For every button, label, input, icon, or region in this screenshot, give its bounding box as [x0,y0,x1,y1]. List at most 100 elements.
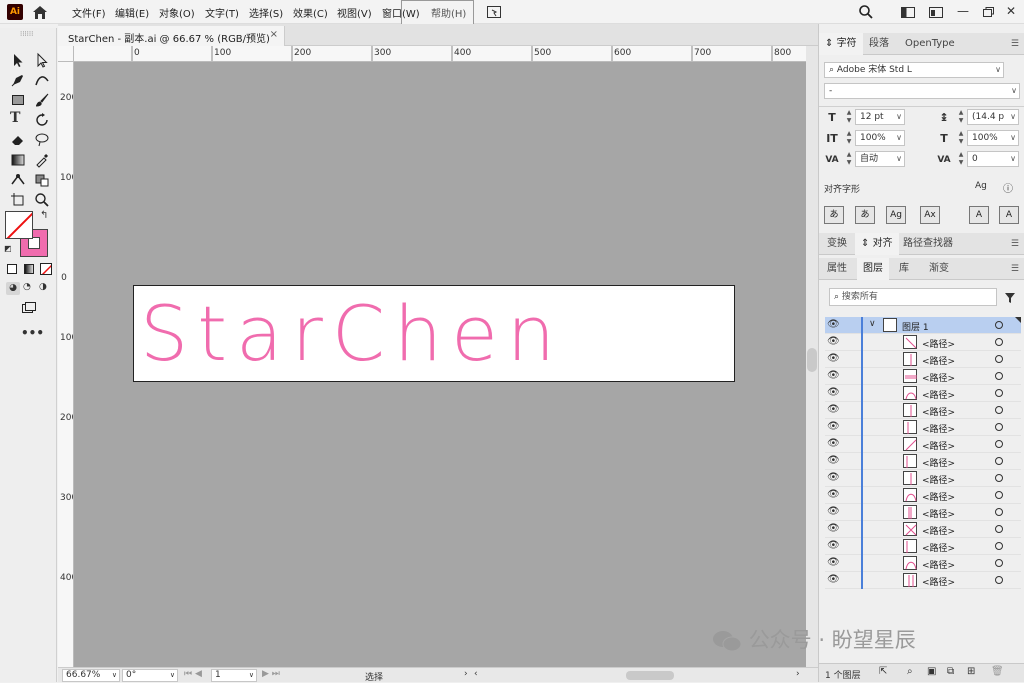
swap-fill-stroke-icon[interactable]: ↰ [40,210,48,221]
tab-paragraph[interactable]: 段落 [863,33,895,55]
path-name[interactable]: <路径> [922,439,955,452]
horizontal-ruler[interactable]: 0 100 200 300 400 500 600 700 800 [74,46,806,62]
visibility-eye-icon[interactable]: 👁 [827,353,840,364]
panel-menu-icon[interactable]: ☰ [1011,264,1019,274]
tab-properties[interactable]: 属性 [821,258,853,280]
path-row[interactable]: 👁 <路径> [825,368,1021,385]
path-name[interactable]: <路径> [922,541,955,554]
artboard-tool-icon[interactable] [10,192,26,208]
target-icon[interactable] [995,372,1003,380]
status-menu-arrow-icon[interactable]: › [464,669,468,679]
draw-behind-icon[interactable]: ◔ [23,282,31,292]
type-tool-icon[interactable]: T [10,110,26,126]
target-icon[interactable] [995,508,1003,516]
panel-layout-icon[interactable] [928,4,944,20]
workspace-switcher-icon[interactable] [900,4,916,20]
tab-layers[interactable]: 图层 [857,258,889,280]
visibility-eye-icon[interactable]: 👁 [827,506,840,517]
tab-transform[interactable]: 变换 [821,233,853,255]
leading-stepper[interactable]: ▲ ▼ [956,109,966,125]
arrange-documents-icon[interactable] [486,4,502,20]
kerning-stepper[interactable]: ▲ ▼ [844,151,854,167]
layer-row[interactable]: 👁 ∨ 图层 1 [825,317,1021,334]
visibility-eye-icon[interactable]: 👁 [827,523,840,534]
eraser-tool-icon[interactable] [10,132,26,148]
path-row[interactable]: 👁 <路径> [825,555,1021,572]
target-icon[interactable] [995,338,1003,346]
screen-mode-icon[interactable] [20,300,36,316]
visibility-eye-icon[interactable]: 👁 [827,404,840,415]
live-paint-icon[interactable] [34,172,50,188]
menu-object[interactable]: 对象(O) [159,5,195,20]
export-icon[interactable]: ⇱ [879,666,887,677]
horizontal-scale-stepper[interactable]: ▲ ▼ [956,130,966,146]
menu-help[interactable]: 帮助(H) [431,5,466,20]
tab-libraries[interactable]: 库 [893,258,915,280]
ruler-origin[interactable] [58,46,74,62]
target-icon[interactable] [995,457,1003,465]
target-icon[interactable] [995,542,1003,550]
artboard-next-last-icon[interactable]: ▶ ⏭ [262,669,280,679]
close-window-icon[interactable]: ✕ [1006,4,1022,20]
horizontal-scale-field[interactable]: 100% ∨ [967,130,1019,146]
tracking-stepper[interactable]: ▲ ▼ [956,151,966,167]
path-name[interactable]: <路径> [922,405,955,418]
artboard-number-field[interactable]: 1 ∨ [211,669,257,682]
minimize-icon[interactable]: — [957,4,973,20]
rotation-field[interactable]: 0° ∨ [122,669,178,682]
path-name[interactable]: <路径> [922,524,955,537]
rotate-tool-icon[interactable] [34,112,50,128]
vertical-scroll-thumb[interactable] [807,348,817,372]
paintbrush-tool-icon[interactable] [34,92,50,108]
tab-opentype[interactable]: OpenType [899,33,961,55]
zoom-field[interactable]: 66.67% ∨ [62,669,120,682]
vertical-scale-stepper[interactable]: ▲ ▼ [844,130,854,146]
target-icon[interactable] [995,355,1003,363]
artboard[interactable]: StarChen [133,285,735,382]
path-name[interactable]: <路径> [922,473,955,486]
canvas[interactable]: StarChen [74,62,806,667]
vertical-ruler[interactable]: 200 100 0 100 200 300 400 [58,62,74,667]
new-sublayer-icon[interactable]: ⧉ [947,666,954,677]
selection-tool-icon[interactable] [10,52,26,68]
panel-menu-icon[interactable]: ☰ [1011,39,1019,49]
layers-search-input[interactable]: ⌕ 搜索所有 [829,288,997,306]
none-mode-icon[interactable] [40,263,52,275]
new-layer-icon[interactable]: ⊞ [967,666,975,677]
menu-type[interactable]: 文字(T) [205,5,239,20]
path-row[interactable]: 👁 <路径> [825,487,1021,504]
expand-chevron-down-icon[interactable]: ∨ [869,319,876,329]
panel-menu-icon[interactable]: ☰ [1011,239,1019,249]
target-icon[interactable] [995,576,1003,584]
path-row[interactable]: 👁 <路径> [825,538,1021,555]
draw-inside-icon[interactable]: ◑ [39,282,47,292]
menu-window[interactable]: 窗口(W) [382,5,420,20]
more-tools-icon[interactable]: ••• [21,326,44,340]
info-icon[interactable]: ⓘ [1003,180,1013,195]
restore-icon[interactable] [980,4,996,20]
font-family-field[interactable]: ⌕ Adobe 宋体 Std L ∨ [824,62,1004,78]
fill-swatch[interactable] [5,211,33,239]
path-name[interactable]: <路径> [922,575,955,588]
path-name[interactable]: <路径> [922,558,955,571]
delete-icon[interactable]: 🗑 [991,666,1004,677]
target-icon[interactable] [995,491,1003,499]
path-row[interactable]: 👁 <路径> [825,419,1021,436]
visibility-eye-icon[interactable]: 👁 [827,438,840,449]
path-row[interactable]: 👁 <路径> [825,385,1021,402]
tab-align[interactable]: ⇕ 对齐 [855,233,899,255]
clipping-mask-icon[interactable]: ▣ [927,666,936,677]
target-icon[interactable] [995,389,1003,397]
target-icon[interactable] [995,406,1003,414]
anchor-point-button[interactable]: A [999,206,1019,224]
target-icon[interactable] [995,474,1003,482]
target-icon[interactable] [995,423,1003,431]
artboard-first-prev-icon[interactable]: ⏮ ◀ [184,669,202,679]
visibility-eye-icon[interactable]: 👁 [827,319,840,330]
lasso-tool-icon[interactable] [34,132,50,148]
scroll-left-icon[interactable]: ‹ [474,669,478,679]
layer-name[interactable]: 图层 1 [902,320,929,333]
tab-character[interactable]: ⇕ 字符 [819,33,863,55]
puppet-warp-tool-icon[interactable] [10,172,26,188]
path-row[interactable]: 👁 <路径> [825,402,1021,419]
